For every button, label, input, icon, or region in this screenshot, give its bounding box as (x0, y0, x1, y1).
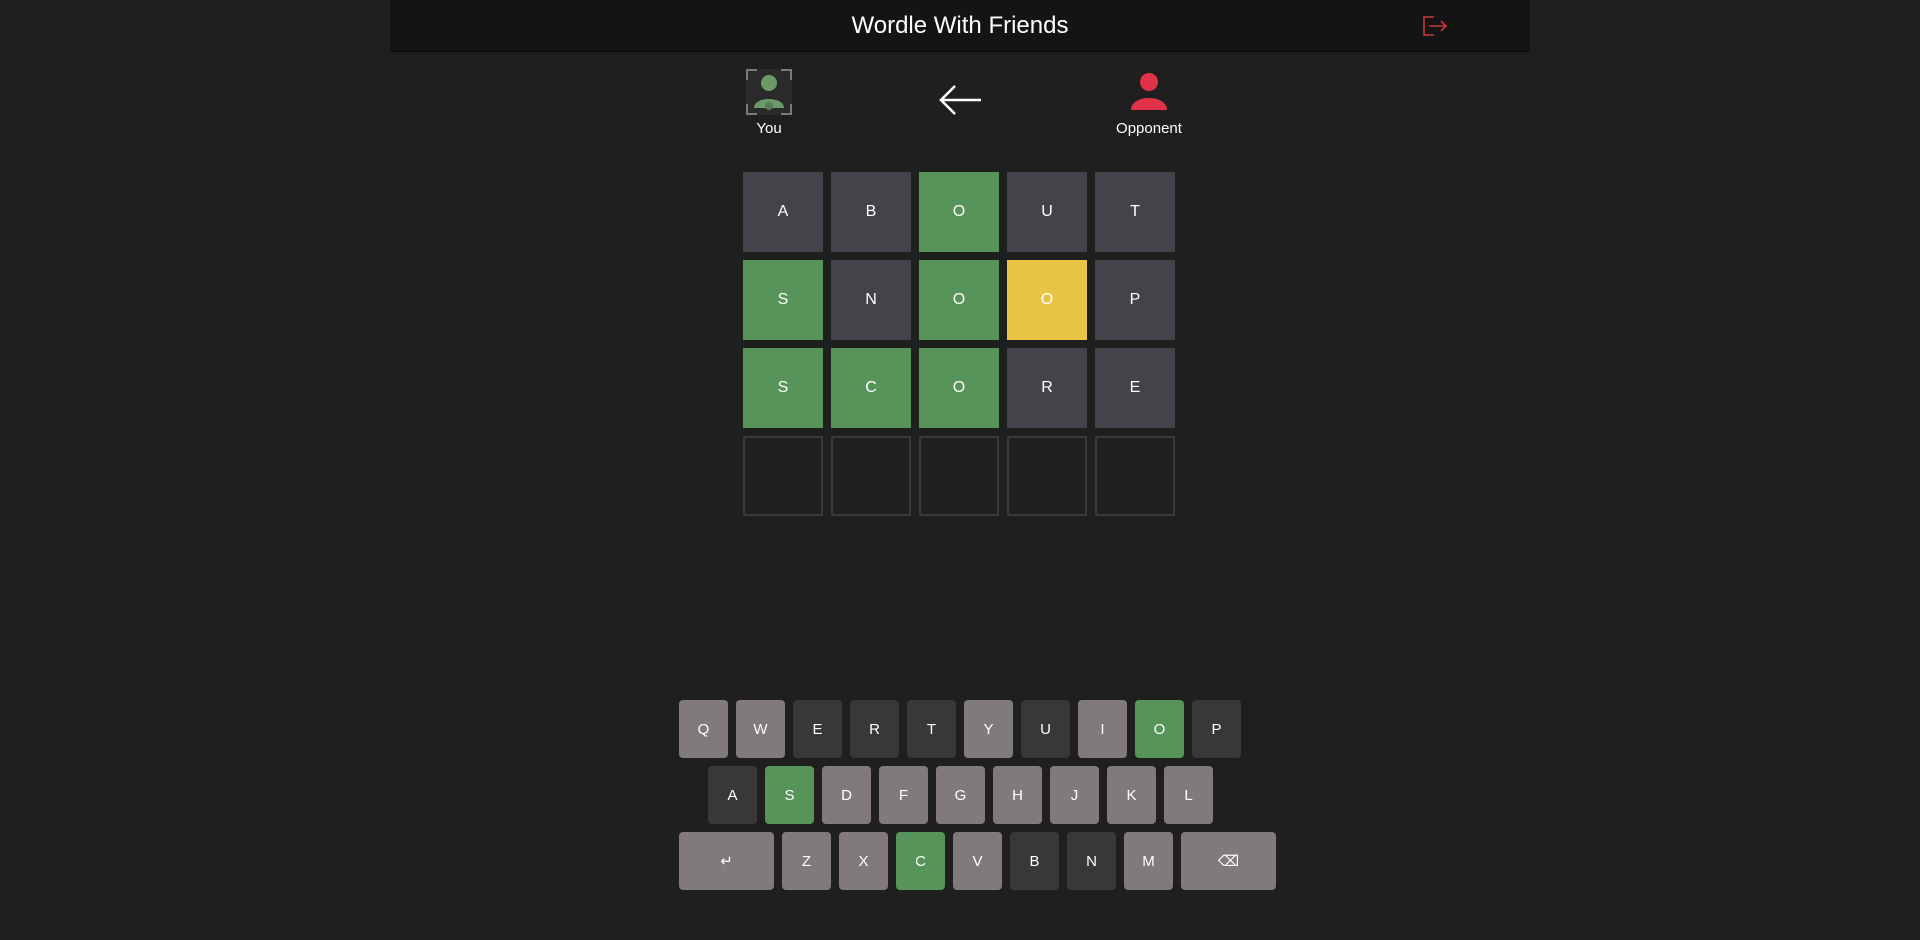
board-tile: N (831, 260, 911, 340)
board-tile: O (1007, 260, 1087, 340)
key-j[interactable]: J (1050, 766, 1099, 824)
board-tile: T (1095, 172, 1175, 252)
board-tile: C (831, 348, 911, 428)
key-k[interactable]: K (1107, 766, 1156, 824)
backspace-key[interactable]: ⌫ (1181, 832, 1276, 890)
key-r[interactable]: R (850, 700, 899, 758)
board-tile: B (831, 172, 911, 252)
key-q[interactable]: Q (679, 700, 728, 758)
key-a[interactable]: A (708, 766, 757, 824)
board-tile: E (1095, 348, 1175, 428)
board-tile (743, 436, 823, 516)
board-tile: R (1007, 348, 1087, 428)
player-you: You (719, 68, 819, 137)
board-tile (831, 436, 911, 516)
board-tile (919, 436, 999, 516)
key-i[interactable]: I (1078, 700, 1127, 758)
key-s[interactable]: S (765, 766, 814, 824)
board-tile: S (743, 260, 823, 340)
enter-key[interactable]: ↵ (679, 832, 774, 890)
key-b[interactable]: B (1010, 832, 1059, 890)
you-avatar-icon (745, 68, 793, 116)
you-label: You (756, 120, 782, 137)
app-title: Wordle With Friends (851, 12, 1069, 39)
board-tile: S (743, 348, 823, 428)
key-u[interactable]: U (1021, 700, 1070, 758)
opponent-label: Opponent (1116, 120, 1182, 137)
key-v[interactable]: V (953, 832, 1002, 890)
key-f[interactable]: F (879, 766, 928, 824)
key-g[interactable]: G (936, 766, 985, 824)
board-tile: O (919, 260, 999, 340)
key-h[interactable]: H (993, 766, 1042, 824)
board-tile: O (919, 172, 999, 252)
key-m[interactable]: M (1124, 832, 1173, 890)
app-header: Wordle With Friends (390, 0, 1530, 52)
board-tile: U (1007, 172, 1087, 252)
key-e[interactable]: E (793, 700, 842, 758)
key-x[interactable]: X (839, 832, 888, 890)
key-o[interactable]: O (1135, 700, 1184, 758)
key-p[interactable]: P (1192, 700, 1241, 758)
board-tile (1095, 436, 1175, 516)
key-d[interactable]: D (822, 766, 871, 824)
board-tile: P (1095, 260, 1175, 340)
key-z[interactable]: Z (782, 832, 831, 890)
player-opponent: Opponent (1099, 68, 1199, 137)
key-n[interactable]: N (1067, 832, 1116, 890)
key-t[interactable]: T (907, 700, 956, 758)
key-y[interactable]: Y (964, 700, 1013, 758)
board-tile: A (743, 172, 823, 252)
opponent-avatar-icon (1125, 68, 1173, 116)
back-arrow-icon[interactable] (935, 80, 987, 120)
logout-icon[interactable] (1420, 14, 1450, 38)
key-l[interactable]: L (1164, 766, 1213, 824)
board-tile (1007, 436, 1087, 516)
board-tile: O (919, 348, 999, 428)
key-w[interactable]: W (736, 700, 785, 758)
key-c[interactable]: C (896, 832, 945, 890)
